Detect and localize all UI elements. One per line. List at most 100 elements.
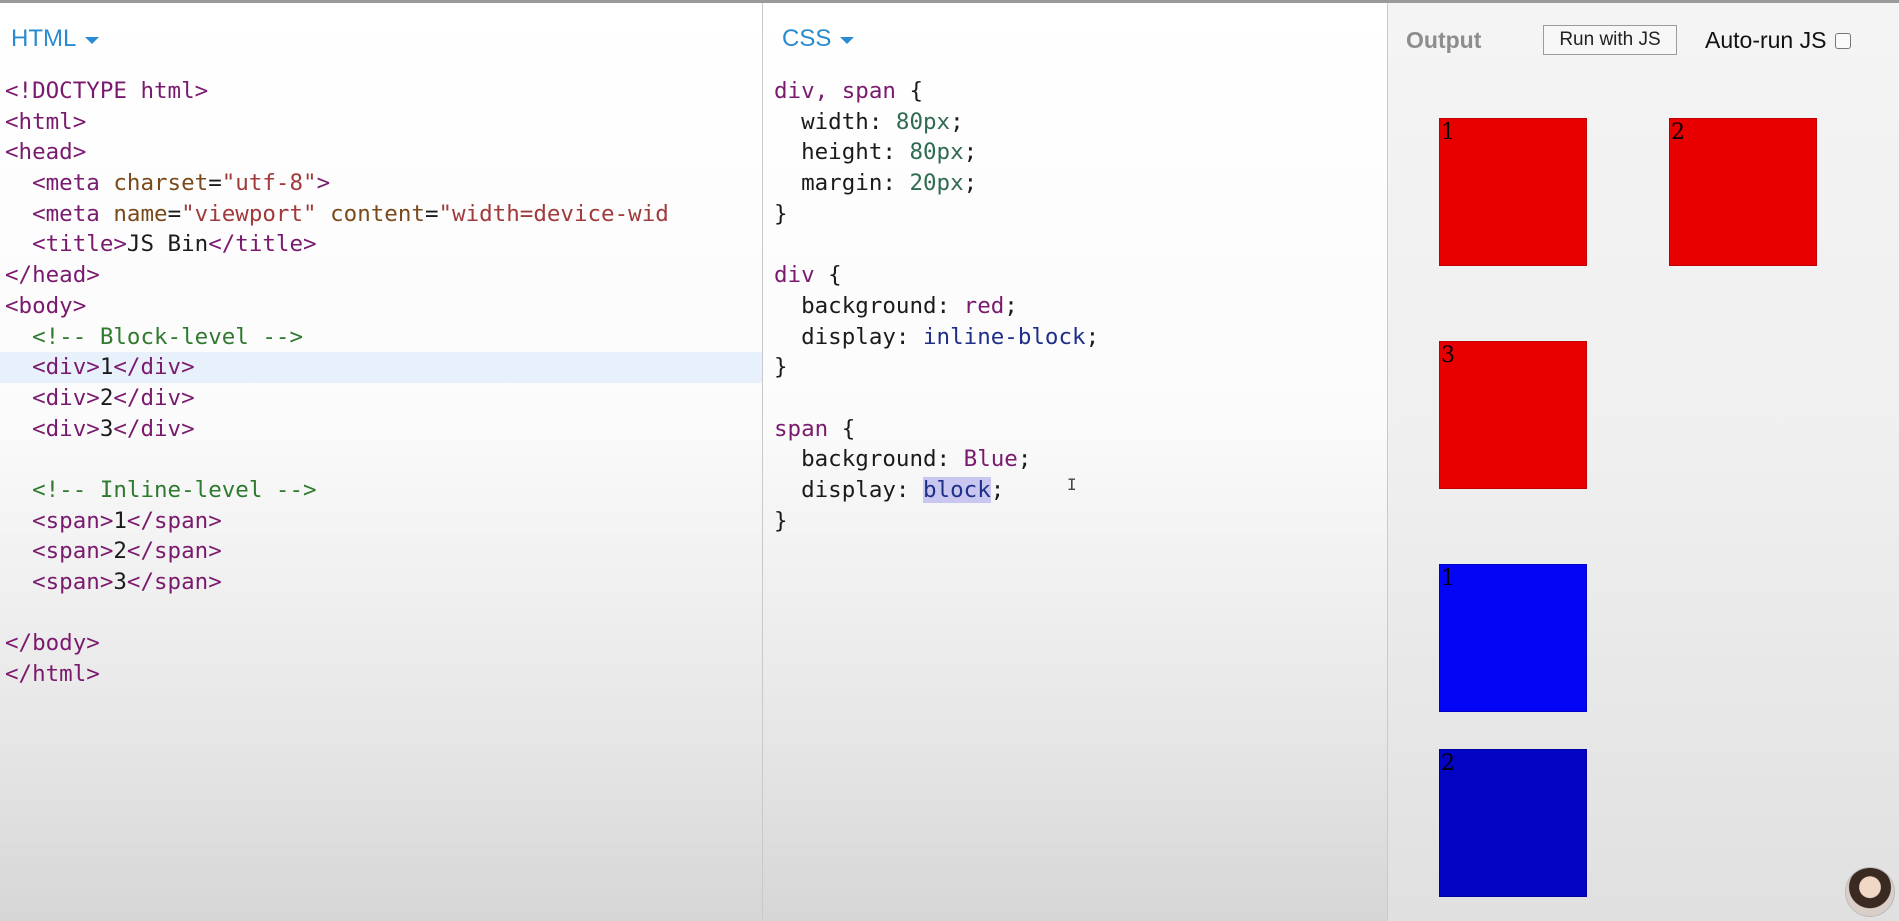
code-line[interactable]: <!-- Block-level --> [0,322,762,353]
code-token: red [963,292,1005,319]
autorun-toggle[interactable]: Auto-run JS [1705,27,1852,54]
code-line[interactable]: <div>1</div> [0,352,762,383]
code-token: <!-- Inline-level --> [32,476,317,503]
code-line[interactable]: <title>JS Bin</title> [0,229,762,260]
code-token: background: [774,446,964,473]
autorun-label: Auto-run JS [1705,27,1827,53]
code-line[interactable]: <span>2</span> [0,536,762,567]
code-token: div, span [774,78,896,104]
code-line[interactable]: <span>3</span> [0,567,762,598]
code-line[interactable]: height: 80px; [763,137,1387,168]
code-line[interactable]: background: Blue; [763,444,1387,475]
code-line[interactable]: <html> [0,107,762,138]
code-token: 2 [113,538,127,565]
html-code-editor[interactable]: <!DOCTYPE html> <html> <head> <meta charse… [0,76,762,690]
html-panel-menu[interactable]: HTML [11,25,100,53]
code-line[interactable]: <!DOCTYPE html> [0,76,762,107]
code-token: } [774,507,788,534]
code-token: <span> [32,569,114,595]
code-token: JS Bin [126,231,209,258]
code-line[interactable]: <!-- Inline-level --> [0,475,762,506]
code-token: inline-block [923,323,1086,350]
code-line[interactable] [763,229,1387,260]
code-token: } [774,200,788,227]
code-token: ; [990,476,1005,503]
code-line[interactable]: } [763,199,1387,230]
code-token: </html> [5,661,100,688]
code-token: <meta [32,200,114,227]
code-line[interactable] [763,383,1387,414]
code-token: 80px [895,108,951,135]
code-token: block [923,476,991,503]
code-token: div [774,262,815,289]
code-token: { [895,78,924,104]
css-panel-title: CSS [782,25,832,52]
code-token: > [316,170,331,197]
code-line[interactable]: margin: 20px; [763,168,1387,199]
code-token: 20px [909,170,964,197]
code-token: </div> [113,415,195,442]
code-line[interactable]: width: 80px; [763,107,1387,138]
code-line[interactable]: <body> [0,291,762,322]
code-token: <div> [32,415,100,442]
code-token: margin: [774,170,910,197]
code-token: Blue [963,446,1018,473]
code-line[interactable] [0,598,762,629]
output-div-box: 3 [1439,341,1587,489]
code-token: = [424,200,439,227]
code-line[interactable]: <div>2</div> [0,383,762,414]
code-line[interactable]: </head> [0,260,762,291]
code-line[interactable]: <head> [0,137,762,168]
code-line[interactable]: span { [763,414,1387,445]
run-with-js-button[interactable]: Run with JS [1543,25,1677,55]
box-label: 2 [1671,120,1685,145]
output-div-box: 1 [1439,118,1587,266]
code-token: "viewport" [181,200,317,227]
code-token: = [167,200,182,227]
code-token: "width=device-wid [438,200,669,227]
code-line[interactable]: display: inline-block; [763,322,1387,353]
css-code-editor[interactable]: div, span { width: 80px; height: 80px; m… [763,76,1387,536]
code-token: </head> [5,262,100,289]
code-token: ; [1017,446,1032,473]
code-token: width: [774,108,896,135]
html-panel-title: HTML [11,25,77,52]
code-line[interactable]: } [763,352,1387,383]
code-token: <html> [5,108,87,135]
code-token: <meta [32,170,114,197]
code-line[interactable]: <div>3</div> [0,414,762,445]
code-token: 1 [99,354,114,381]
code-token: ; [1004,292,1018,319]
code-line[interactable]: div { [763,260,1387,291]
code-token: </span> [126,507,222,534]
code-line[interactable]: </html> [0,659,762,690]
code-token: "utf-8" [221,170,317,197]
code-token: <span> [32,538,114,565]
code-line[interactable]: <meta charset="utf-8"> [0,168,762,199]
code-token: ; [963,170,978,197]
code-line[interactable]: <meta name="viewport" content="width=dev… [0,199,762,230]
output-span-box: 2 [1439,749,1587,897]
caret-down-icon [85,37,100,44]
code-token: <div> [32,354,100,381]
code-line[interactable]: <span>1</span> [0,506,762,537]
code-line[interactable]: div, span { [763,76,1387,107]
autorun-checkbox[interactable] [1835,32,1852,49]
code-token: 3 [113,569,127,595]
output-span-box: 1 [1439,564,1587,712]
code-token: span [774,415,829,442]
code-line[interactable]: background: red; [763,291,1387,322]
css-panel-menu[interactable]: CSS [782,25,855,53]
box-label: 1 [1441,566,1455,591]
code-line[interactable]: </body> [0,628,762,659]
code-token: display: [774,323,924,350]
code-token: <head> [5,139,87,166]
code-line[interactable] [0,444,762,475]
code-line[interactable]: } [763,506,1387,537]
